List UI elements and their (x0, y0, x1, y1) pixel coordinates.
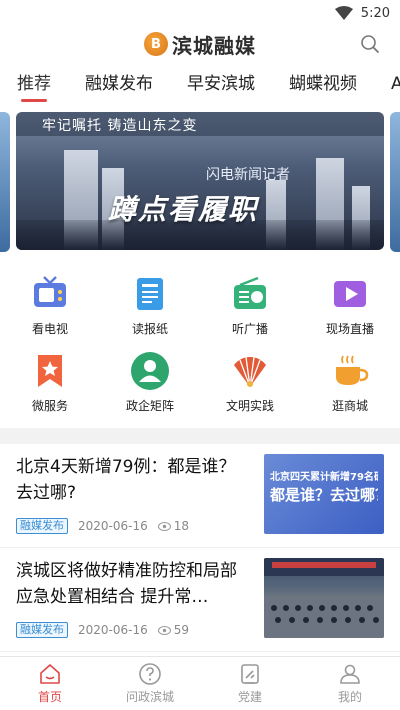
nav-label: 党建 (237, 690, 262, 704)
thumbnail-caption: 北京四天累计新增79名确诊病 (270, 472, 378, 483)
news-thumbnail: 北京四天累计新增79名确诊病 都是谁？去过哪？ (264, 454, 384, 534)
news-date: 2020-06-16 (78, 623, 148, 637)
news-tag: 融媒发布 (16, 622, 68, 638)
news-views: 59 (157, 623, 190, 637)
nav-label: 问政滨城 (125, 690, 174, 704)
news-views: 18 (157, 519, 190, 533)
app-header: B 滨城融媒 (0, 26, 400, 62)
quick-link-mall[interactable]: 逛商城 (300, 351, 400, 414)
status-time: 5:20 (360, 5, 390, 21)
quick-link-label: 文明实践 (225, 399, 274, 413)
nav-label: 首页 (37, 690, 62, 704)
coffee-cup-icon (336, 355, 369, 385)
radio-icon (234, 276, 266, 309)
quick-link-gov-matrix[interactable]: 政企矩阵 (100, 351, 200, 414)
banner-prev-slide[interactable] (0, 112, 10, 252)
nav-home[interactable]: 首页 (0, 657, 100, 710)
news-list: 北京4天新增79例：都是谁？去过哪? 融媒发布 2020-06-16 18 北京… (0, 444, 400, 652)
meeting-hall-image (264, 558, 384, 638)
status-bar: 5:20 (0, 0, 400, 26)
quick-link-tv[interactable]: 看电视 (0, 274, 100, 337)
quick-link-newspaper[interactable]: 读报纸 (100, 274, 200, 337)
quick-link-civilization[interactable]: 文明实践 (200, 351, 300, 414)
nav-inquiry[interactable]: 问政滨城 (100, 657, 200, 710)
tab-more[interactable]: A (391, 74, 400, 102)
nav-party-building[interactable]: 党建 (200, 657, 300, 710)
app-logo: B 滨城融媒 (144, 30, 256, 59)
tab-recommend[interactable]: 推荐 (17, 69, 51, 102)
news-item[interactable]: 滨城区将做好精准防控和局部应急处置相结合 提升常… 融媒发布 2020-06-1… (0, 548, 400, 652)
section-divider (0, 428, 400, 444)
wifi-icon (334, 6, 353, 20)
party-building-icon (241, 664, 259, 684)
channel-tabs: 推荐 融媒发布 早安滨城 蝴蝶视频 A (0, 62, 400, 102)
news-meta: 融媒发布 2020-06-16 18 (16, 518, 189, 534)
tv-icon (34, 276, 66, 307)
thumbnail-caption: 都是谁？去过哪？ (270, 486, 378, 504)
app-title: 滨城融媒 (172, 33, 256, 58)
user-icon (340, 664, 360, 684)
quick-link-label: 现场直播 (325, 322, 374, 336)
tab-butterfly-video[interactable]: 蝴蝶视频 (289, 69, 357, 102)
star-bookmark-icon (38, 355, 62, 387)
banner-carousel: 牢记嘱托 铸造山东之变 闪电新闻记者 蹲点看履职 (0, 112, 400, 260)
news-item[interactable]: 北京4天新增79例：都是谁？去过哪? 融媒发布 2020-06-16 18 北京… (0, 444, 400, 548)
home-icon (40, 664, 60, 684)
quick-link-label: 听广播 (231, 322, 268, 336)
quick-link-label: 政企矩阵 (125, 399, 174, 413)
quick-link-label: 看电视 (31, 322, 68, 336)
eye-icon (157, 521, 171, 531)
banner-next-slide[interactable] (390, 112, 400, 252)
quick-link-micro-service[interactable]: 微服务 (0, 351, 100, 414)
quick-link-label: 逛商城 (331, 399, 368, 413)
news-date: 2020-06-16 (78, 519, 148, 533)
person-icon (131, 352, 169, 390)
news-meta: 融媒发布 2020-06-16 59 (16, 622, 189, 638)
bottom-nav: 首页 问政滨城 党建 我的 (0, 656, 400, 710)
nav-mine[interactable]: 我的 (300, 657, 400, 710)
news-tag: 融媒发布 (16, 518, 68, 534)
banner-tag: 闪电新闻记者 (206, 167, 290, 183)
eye-icon (157, 625, 171, 635)
nav-label: 我的 (337, 690, 362, 704)
quick-link-label: 读报纸 (131, 322, 168, 336)
banner-slogan: 牢记嘱托 铸造山东之变 (42, 118, 198, 134)
news-thumbnail (264, 558, 384, 638)
news-view-count: 59 (173, 623, 190, 637)
banner-title: 蹲点看履职 (108, 193, 259, 226)
quick-links: 看电视 读报纸 听广播 现场直播 微服务 政企矩阵 文明实践 逛商城 (0, 260, 400, 428)
news-title: 北京4天新增79例：都是谁？去过哪? (16, 457, 236, 503)
banner-slide[interactable]: 牢记嘱托 铸造山东之变 闪电新闻记者 蹲点看履职 (16, 112, 384, 250)
fan-icon (234, 356, 266, 388)
logo-mark-icon: B (144, 32, 168, 56)
news-view-count: 18 (173, 519, 190, 533)
news-title: 滨城区将做好精准防控和局部应急处置相结合 提升常… (16, 561, 237, 607)
live-video-icon (334, 281, 366, 307)
quick-link-radio[interactable]: 听广播 (200, 274, 300, 337)
quick-link-label: 微服务 (31, 399, 68, 413)
tab-morning-bincheng[interactable]: 早安滨城 (187, 69, 255, 102)
newspaper-icon (137, 278, 163, 310)
quick-link-live[interactable]: 现场直播 (300, 274, 400, 337)
tab-media-release[interactable]: 融媒发布 (85, 69, 153, 102)
search-icon[interactable] (360, 34, 380, 54)
question-icon (139, 663, 161, 685)
